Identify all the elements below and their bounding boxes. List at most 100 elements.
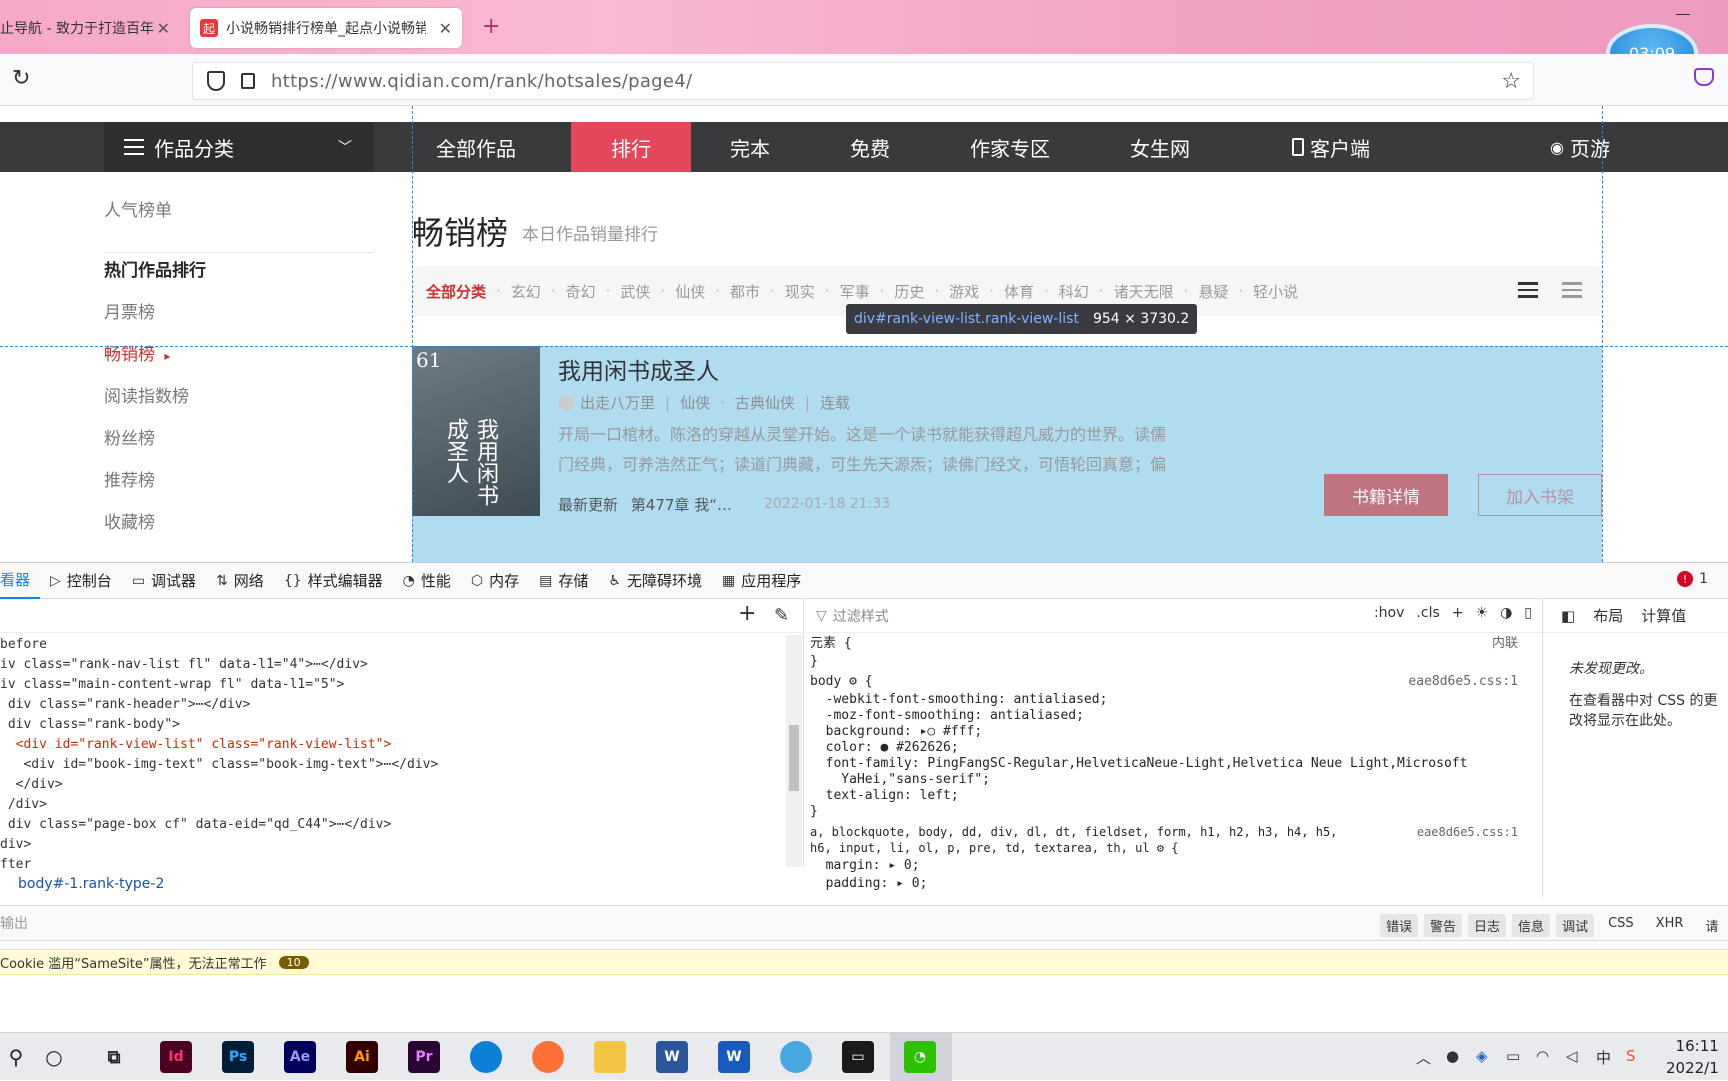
left-nav-monthly[interactable]: 月票榜: [104, 298, 155, 323]
filter-requests[interactable]: 请: [1697, 914, 1726, 937]
filter-xhr[interactable]: XHR: [1648, 914, 1692, 937]
rule-source[interactable]: 内联: [1492, 635, 1518, 653]
left-nav-hot[interactable]: 热门作品排行: [104, 256, 206, 281]
filter-info[interactable]: 信息: [1512, 914, 1551, 937]
tab-computed[interactable]: 计算值: [1641, 605, 1686, 626]
console-input-bar[interactable]: 输出 错误 警告 日志 信息 调试 CSS XHR 请: [0, 905, 1728, 941]
security-icon[interactable]: ◈: [1476, 1047, 1488, 1065]
tab-inspector[interactable]: 看器: [0, 563, 41, 599]
left-nav-popular[interactable]: 人气榜单: [104, 196, 172, 221]
url-field[interactable]: https://www.qidian.com/rank/hotsales/pag…: [192, 62, 1534, 100]
breadcrumb-item[interactable]: body#-1.rank-type-2: [18, 876, 164, 892]
filter-warnings[interactable]: 警告: [1424, 914, 1463, 937]
book-author[interactable]: 出走八万里: [580, 392, 655, 413]
nav-item-games[interactable]: ◉ 页游: [1530, 122, 1630, 172]
tab-storage[interactable]: ▤ 存储: [529, 563, 598, 599]
indesign-icon[interactable]: Id: [160, 1041, 192, 1073]
book-title[interactable]: 我用闲书成圣人: [558, 352, 719, 386]
nav-item-all[interactable]: 全部作品: [412, 122, 540, 172]
sogou-icon[interactable]: S: [1626, 1047, 1636, 1065]
list-view-icon[interactable]: [1562, 282, 1582, 298]
markup-search[interactable]: + ✎: [0, 599, 804, 633]
bookmark-star-icon[interactable]: ☆: [1501, 69, 1521, 94]
search-icon[interactable]: ⚲: [0, 1041, 32, 1073]
add-rule-icon[interactable]: +: [1452, 605, 1464, 621]
add-to-shelf-button[interactable]: 加入书架: [1478, 474, 1602, 516]
nav-item-finished[interactable]: 完本: [700, 122, 800, 172]
tab-style-editor[interactable]: {} 样式编辑器: [274, 563, 393, 599]
sidebar-toggle-icon[interactable]: ◧: [1561, 607, 1575, 625]
rule-line[interactable]: body ⚙ {: [810, 673, 873, 691]
filter-zhutian[interactable]: 诸天无限: [1114, 281, 1174, 302]
book-details-button[interactable]: 书籍详情: [1324, 474, 1448, 516]
filter-qingxiaoshuo[interactable]: 轻小说: [1253, 281, 1298, 302]
rule-declaration[interactable]: margin: ▸ 0;: [810, 857, 920, 875]
after-effects-icon[interactable]: Ae: [284, 1041, 316, 1073]
nav-item-author[interactable]: 作家专区: [950, 122, 1070, 172]
add-node-icon[interactable]: +: [738, 601, 756, 626]
tab-accessibility[interactable]: ♿ 无障碍环境: [598, 563, 712, 599]
file-explorer-icon[interactable]: [594, 1041, 626, 1073]
terminal-icon[interactable]: ▭: [842, 1041, 874, 1073]
book-cover[interactable]: 61 我用闲书成圣人: [412, 346, 540, 516]
markup-line-selected[interactable]: <div id="rank-view-list" class="rank-vie…: [0, 735, 786, 755]
ime-icon[interactable]: 中: [1596, 1047, 1611, 1068]
tab-layout[interactable]: 布局: [1593, 605, 1623, 626]
error-count-badge[interactable]: ! 1: [1677, 571, 1708, 587]
reload-icon[interactable]: ↻: [12, 66, 30, 91]
cls-toggle[interactable]: .cls: [1416, 605, 1439, 621]
tab-network[interactable]: ⇅ 网络: [206, 563, 274, 599]
left-nav-collect[interactable]: 收藏榜: [104, 508, 155, 533]
filter-qihuan[interactable]: 奇幻: [566, 281, 596, 302]
rule-declaration[interactable]: padding: ▸ 0;: [810, 875, 928, 893]
qq-icon[interactable]: ●: [1446, 1047, 1459, 1065]
rules-filter[interactable]: ▽ 过滤样式 :hov .cls + ☀ ◑ ▯: [806, 599, 1542, 633]
pocket-icon[interactable]: [1694, 68, 1714, 86]
wifi-icon[interactable]: ◠: [1536, 1047, 1549, 1065]
markup-line[interactable]: iv class="main-content-wrap fl" data-l1=…: [0, 675, 786, 695]
wechat-icon[interactable]: ◔: [904, 1041, 936, 1073]
word-icon[interactable]: W: [718, 1041, 750, 1073]
light-theme-icon[interactable]: ☀: [1476, 605, 1489, 621]
filter-youxi[interactable]: 游戏: [949, 281, 979, 302]
tab-close-icon[interactable]: ✕: [439, 19, 452, 38]
hov-toggle[interactable]: :hov: [1374, 605, 1404, 621]
filter-dushi[interactable]: 都市: [730, 281, 760, 302]
lock-icon[interactable]: [241, 73, 255, 89]
markup-line[interactable]: div class="rank-header">⋯</div>: [0, 695, 786, 715]
nav-item-rank[interactable]: 排行: [571, 122, 691, 172]
filter-debug[interactable]: 调试: [1556, 914, 1595, 937]
markup-line[interactable]: div class="rank-body">: [0, 715, 786, 735]
rule-line[interactable]: 元素 {: [810, 635, 852, 653]
eyedropper-icon[interactable]: ✎: [774, 605, 789, 626]
filter-xianshi[interactable]: 现实: [785, 281, 815, 302]
new-tab-button[interactable]: +: [482, 14, 500, 39]
rule-declaration[interactable]: text-align: left;: [810, 787, 959, 805]
print-icon[interactable]: ▯: [1524, 605, 1532, 621]
markup-line[interactable]: div>: [0, 835, 786, 855]
markup-line[interactable]: iv class="rank-nav-list fl" data-l1="4">…: [0, 655, 786, 675]
tab-application[interactable]: ▦ 应用程序: [712, 563, 811, 599]
filter-errors[interactable]: 错误: [1380, 914, 1419, 937]
rule-source[interactable]: eae8d6e5.css:1: [1408, 673, 1518, 691]
left-nav-bestseller[interactable]: 畅销榜 ▸: [104, 340, 170, 365]
tab-console[interactable]: ▷ 控制台: [40, 563, 122, 599]
left-nav-recommend[interactable]: 推荐榜: [104, 466, 155, 491]
battery-icon[interactable]: ▭: [1506, 1047, 1520, 1065]
nav-item-female[interactable]: 女生网: [1110, 122, 1210, 172]
browser-tab-active[interactable]: 起 小说畅销排行榜单_起点小说畅销 ✕: [190, 8, 462, 48]
illustrator-icon[interactable]: Ai: [346, 1041, 378, 1073]
markup-line[interactable]: <div id="book-img-text" class="book-img-…: [0, 755, 786, 775]
browser-tab[interactable]: 止导航 - 致力于打造百年 ✕: [0, 8, 180, 48]
category-menu-button[interactable]: 作品分类 ﹀: [104, 122, 374, 172]
tab-debugger[interactable]: ▭ 调试器: [122, 563, 206, 599]
tab-performance[interactable]: ◔ 性能: [393, 563, 461, 599]
filter-wuxia[interactable]: 武侠: [620, 281, 650, 302]
app-icon[interactable]: [780, 1041, 812, 1073]
markup-line[interactable]: before: [0, 635, 786, 655]
filter-xuanyi[interactable]: 悬疑: [1198, 281, 1228, 302]
dark-theme-icon[interactable]: ◑: [1500, 605, 1512, 621]
markup-line[interactable]: div class="page-box cf" data-eid="qd_C44…: [0, 815, 786, 835]
filter-all[interactable]: 全部分类: [426, 281, 486, 302]
filter-logs[interactable]: 日志: [1468, 914, 1507, 937]
